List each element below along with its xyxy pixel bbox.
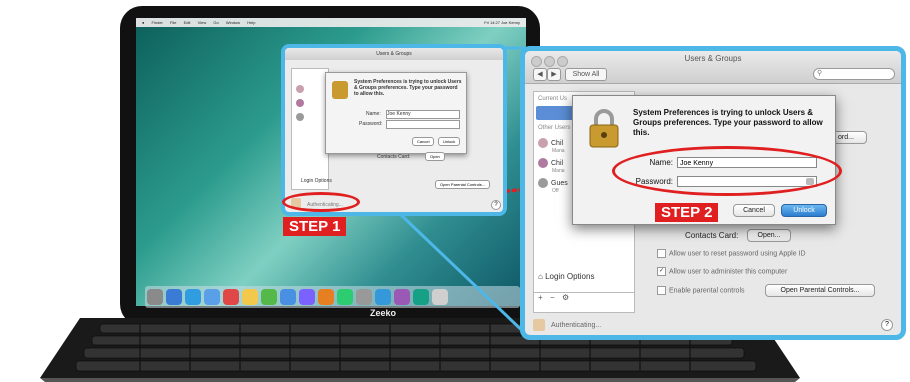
window-title: Users & Groups (684, 54, 742, 63)
small-dialog-message: System Preferences is trying to unlock U… (354, 79, 462, 97)
unlock-button[interactable]: Unlock (781, 204, 827, 217)
back-button[interactable]: ◀ (533, 68, 547, 81)
small-password-field[interactable] (386, 120, 460, 129)
small-name-field[interactable]: Joe Kenny (386, 110, 460, 119)
status-text: Authenticating... (551, 322, 602, 329)
contacts-card-label: Contacts Card: (685, 231, 739, 240)
cancel-button[interactable]: Cancel (733, 204, 775, 217)
add-user-button[interactable]: + (538, 293, 543, 302)
small-user-avatar[interactable] (296, 99, 304, 107)
contacts-open-button[interactable]: Open... (747, 229, 791, 242)
user-avatar (538, 138, 548, 148)
small-help-icon[interactable]: ? (491, 200, 501, 210)
parental-label: Enable parental controls (669, 287, 745, 295)
user-name: Gues (551, 179, 568, 187)
step1-highlight (282, 192, 360, 212)
small-password-label: Password: (359, 121, 383, 127)
dialog-message: System Preferences is trying to unlock U… (633, 108, 823, 137)
sidebar-toolbar: + − ⚙ (534, 292, 634, 305)
login-options-row[interactable]: ⌂ Login Options (538, 272, 594, 281)
small-titlebar: Users & Groups (285, 48, 503, 60)
forward-button[interactable]: ▶ (547, 68, 561, 81)
small-sidebar (291, 68, 329, 190)
current-user-header: Current Us (538, 96, 568, 102)
parental-controls-button[interactable]: Open Parental Controls... (765, 284, 875, 297)
other-users-header: Other Users (538, 125, 571, 131)
administer-option[interactable]: ✓ Allow user to administer this computer (657, 267, 787, 276)
gear-icon[interactable]: ⚙ (562, 293, 569, 302)
user-avatar (538, 158, 548, 168)
small-user-avatar[interactable] (296, 85, 304, 93)
search-icon: ⚲ (817, 70, 823, 77)
small-lock-icon (332, 81, 348, 99)
lock-icon[interactable] (533, 319, 545, 331)
user-role: Mana (552, 168, 565, 174)
small-login-options[interactable]: Login Options (301, 178, 332, 184)
step1-label: STEP 1 (283, 217, 347, 236)
user-avatar (538, 178, 548, 188)
house-icon: ⌂ (538, 272, 543, 281)
small-preferences-window: Users & Groups System Preferences is try… (281, 44, 507, 216)
small-parental-button[interactable]: Open Parental Controls... (435, 180, 491, 189)
small-window-title: Users & Groups (376, 51, 412, 57)
login-options-label: Login Options (545, 272, 595, 281)
user-role: Off (552, 188, 559, 194)
reset-password-label: Allow user to reset password using Apple… (669, 250, 806, 258)
parental-option[interactable]: Enable parental controls (657, 286, 745, 295)
user-row[interactable]: Chil Mana (538, 138, 565, 154)
small-open-button[interactable]: Open (425, 152, 445, 161)
step2-highlight (612, 146, 842, 196)
parental-checkbox[interactable] (657, 286, 666, 295)
administer-checkbox[interactable]: ✓ (657, 267, 666, 276)
reset-password-option[interactable]: Allow user to reset password using Apple… (657, 249, 806, 258)
user-role: Mana (552, 148, 565, 154)
help-button[interactable]: ? (881, 319, 893, 331)
small-user-avatar[interactable] (296, 113, 304, 121)
user-row[interactable]: Chil Mana (538, 158, 565, 174)
user-name: Chil (551, 159, 564, 167)
window-titlebar: Users & Groups ◀ ▶ Show All ⚲ (525, 51, 901, 84)
search-field[interactable]: ⚲ (813, 68, 895, 80)
small-contacts-label: Contacts Card: (377, 154, 411, 160)
user-name: Chil (551, 139, 564, 147)
step2-label: STEP 2 (655, 203, 719, 222)
show-all-button[interactable]: Show All (565, 68, 607, 81)
small-unlock-button[interactable]: Unlock (438, 137, 461, 146)
small-name-label: Name: (366, 111, 381, 117)
reset-password-checkbox[interactable] (657, 249, 666, 258)
user-row[interactable]: Gues Off (538, 178, 568, 194)
small-cancel-button[interactable]: Cancel (412, 137, 435, 146)
administer-label: Allow user to administer this computer (669, 268, 788, 276)
current-user-row[interactable] (536, 106, 576, 120)
small-unlock-dialog: System Preferences is trying to unlock U… (325, 72, 467, 154)
lock-icon (589, 109, 619, 148)
remove-user-button[interactable]: − (550, 293, 555, 302)
